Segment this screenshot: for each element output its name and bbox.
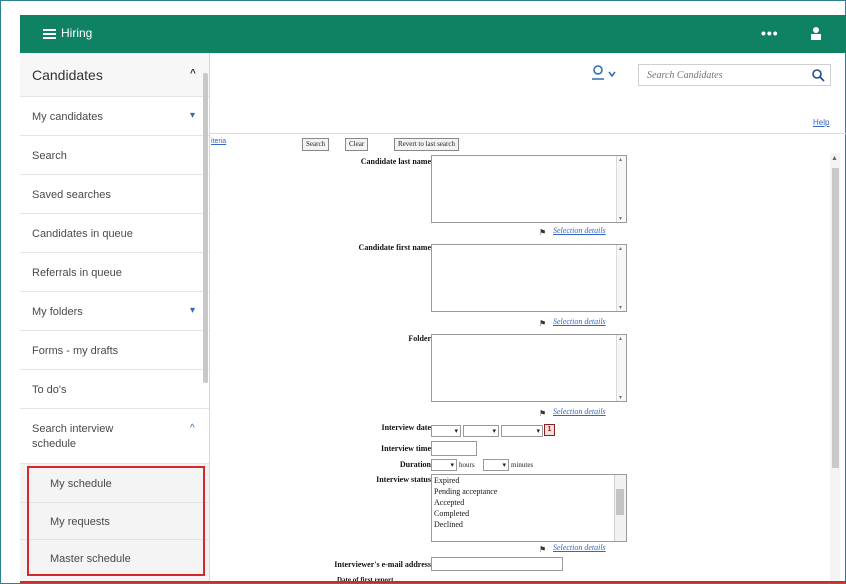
sidebar-subitem-label: My requests [50,516,110,528]
user-icon[interactable] [809,26,823,40]
duration-label: Duration [399,460,431,469]
more-options-icon[interactable]: ••• [761,25,779,41]
candidate-first-name-label: Candidate first name [358,243,431,252]
folder-label: Folder [408,334,431,343]
duration-hours-select[interactable] [431,459,457,471]
hamburger-menu-icon[interactable] [43,29,56,39]
status-option-declined[interactable]: Declined [432,519,626,530]
sidebar-item-to-dos[interactable]: To do's [20,370,209,409]
candidate-last-name-label: Candidate last name [360,157,431,166]
app-window: Hiring ••• Candidates ^ My candidates ▾ … [0,0,846,584]
scrollbar[interactable] [614,475,626,541]
interview-date-year-select[interactable] [501,425,543,437]
sidebar: Candidates ^ My candidates ▾ Search Save… [20,53,210,583]
sidebar-subitem-label: Master schedule [50,553,131,565]
scrollbar[interactable] [616,335,626,401]
sidebar-item-forms-my-drafts[interactable]: Forms - my drafts [20,331,209,370]
main-scrollbar[interactable]: ▲ [830,153,840,583]
status-option-pending-acceptance[interactable]: Pending acceptance [432,486,626,497]
sidebar-item-referrals-in-queue[interactable]: Referrals in queue [20,253,209,292]
sidebar-header-label: Candidates [32,67,103,83]
search-icon[interactable] [812,69,825,82]
binoculars-icon: ⚑ [539,228,547,237]
scrollbar[interactable] [616,156,626,222]
sidebar-subitem-master-schedule[interactable]: Master schedule [20,540,209,583]
interviewer-email-input[interactable] [431,557,563,571]
chevron-up-icon: ^ [190,68,196,79]
interview-status-listbox[interactable]: Expired Pending acceptance Accepted Comp… [431,474,627,542]
app-title: Hiring [61,26,93,40]
chevron-up-icon: ^ [190,423,195,434]
status-option-completed[interactable]: Completed [432,508,626,519]
sidebar-item-label: To do's [32,384,67,396]
sidebar-subitem-label: My schedule [50,478,112,490]
interview-date-day-select[interactable] [463,425,499,437]
duration-minutes-select[interactable] [483,459,509,471]
sidebar-item-label: Forms - my drafts [32,345,119,357]
folder-textarea[interactable] [431,334,627,402]
clear-button[interactable]: Clear [345,138,369,151]
candidate-first-name-textarea[interactable] [431,244,627,312]
divider [210,133,846,134]
sidebar-scrollbar[interactable] [203,73,208,383]
scrollbar[interactable] [616,245,626,311]
search-box [638,64,831,86]
sidebar-item-my-folders[interactable]: My folders ▾ [20,292,209,331]
candidate-last-name-textarea[interactable] [431,155,627,223]
sidebar-item-label: Search interview schedule [32,423,114,450]
sidebar-subitem-my-requests[interactable]: My requests [20,503,209,540]
status-option-accepted[interactable]: Accepted [432,497,626,508]
selection-details-link[interactable]: Selection details [553,317,606,326]
bottom-border [20,581,846,583]
interview-date-month-select[interactable] [431,425,461,437]
hours-label: hours [459,461,475,469]
selection-details-link[interactable]: Selection details [553,226,606,235]
help-link[interactable]: Help [813,118,829,127]
criteria-link[interactable]: iteria [211,138,226,145]
interview-time-input[interactable] [431,441,477,456]
chevron-down-icon: ▾ [190,305,196,316]
selection-details-link[interactable]: Selection details [553,543,606,552]
sidebar-item-label: Search [32,150,67,162]
interview-date-label: Interview date [381,423,431,432]
binoculars-icon: ⚑ [539,409,547,418]
search-candidates-input[interactable] [647,68,797,83]
calendar-icon[interactable]: 1 [544,424,555,436]
sidebar-item-label: My candidates [32,111,103,123]
top-bar: Hiring ••• [20,15,846,53]
sidebar-subitem-my-schedule[interactable]: My schedule [20,464,209,503]
sidebar-item-candidates-in-queue[interactable]: Candidates in queue [20,214,209,253]
scroll-up-icon[interactable]: ▲ [831,155,838,162]
status-option-expired[interactable]: Expired [432,475,626,486]
sidebar-item-search-interview-schedule[interactable]: Search interview schedule ^ [20,409,209,464]
chevron-down-icon: ▾ [190,110,196,121]
scroll-thumb[interactable] [832,168,839,468]
sidebar-item-label: My folders [32,306,83,318]
interview-time-label: Interview time [381,444,431,453]
sidebar-item-label: Saved searches [32,189,111,201]
sidebar-item-search[interactable]: Search [20,136,209,175]
person-search-dropdown-icon[interactable] [591,65,619,83]
interviewer-email-label: Interviewer's e-mail address [334,560,431,569]
binoculars-icon: ⚑ [539,545,547,554]
sidebar-item-my-candidates[interactable]: My candidates ▾ [20,97,209,136]
sidebar-item-saved-searches[interactable]: Saved searches [20,175,209,214]
selection-details-link[interactable]: Selection details [553,407,606,416]
sidebar-item-label: Referrals in queue [32,267,122,279]
search-button[interactable]: Search [302,138,330,151]
minutes-label: minutes [511,461,534,469]
revert-to-last-search-button[interactable]: Revert to last search [394,138,459,151]
sidebar-item-label: Candidates in queue [32,228,133,240]
interview-status-label: Interview status [376,475,431,484]
binoculars-icon: ⚑ [539,319,547,328]
sidebar-header-candidates[interactable]: Candidates ^ [20,53,209,97]
